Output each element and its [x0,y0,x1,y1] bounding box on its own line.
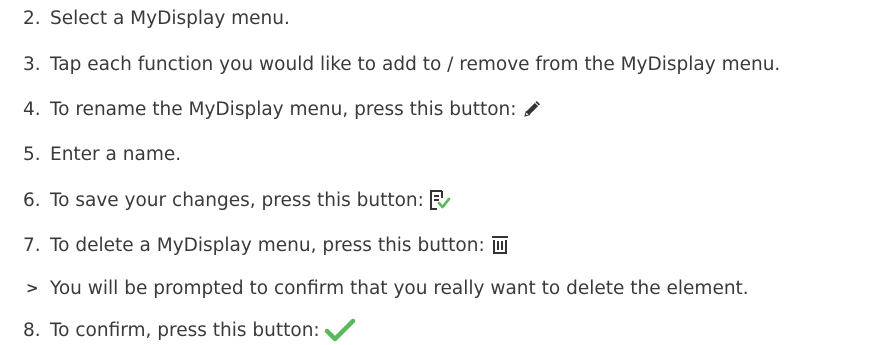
step-text-label: Tap each function you would like to add … [50,53,781,75]
step-text: To delete a MyDisplay menu, press this b… [50,234,511,256]
step-text-label: To rename the MyDisplay menu, press this… [50,98,517,120]
step-text-label: You will be prompted to confirm that you… [50,277,749,299]
step-text-label: Enter a name. [50,143,182,165]
checkmark-icon [324,318,356,342]
step-text-label: To save your changes, press this button: [50,189,424,211]
step-text: You will be prompted to confirm that you… [50,278,749,299]
step-text: Enter a name. [50,144,181,165]
step-number: 2. [23,7,41,29]
save-check-icon [428,189,452,211]
step-text-label: Select a MyDisplay menu. [50,7,290,29]
step-number: 4. [23,98,41,120]
step-number: 5. [23,143,41,165]
result-arrow: > [26,279,39,297]
step-number: 8. [23,319,41,341]
step-number: 7. [23,234,41,256]
step-text: To confirm, press this button: [50,318,356,342]
step-number: 3. [23,53,41,75]
step-text: To rename the MyDisplay menu, press this… [50,98,543,120]
step-text: Select a MyDisplay menu. [50,8,290,29]
pencil-icon [521,98,543,120]
trash-icon [489,234,511,256]
step-number: 6. [23,189,41,211]
step-text-label: To delete a MyDisplay menu, press this b… [50,234,485,256]
step-text-label: To confirm, press this button: [50,319,320,341]
step-text: To save your changes, press this button: [50,189,452,211]
instruction-list: 2. Select a MyDisplay menu. 3. Tap each … [0,0,880,345]
step-text: Tap each function you would like to add … [50,54,780,75]
